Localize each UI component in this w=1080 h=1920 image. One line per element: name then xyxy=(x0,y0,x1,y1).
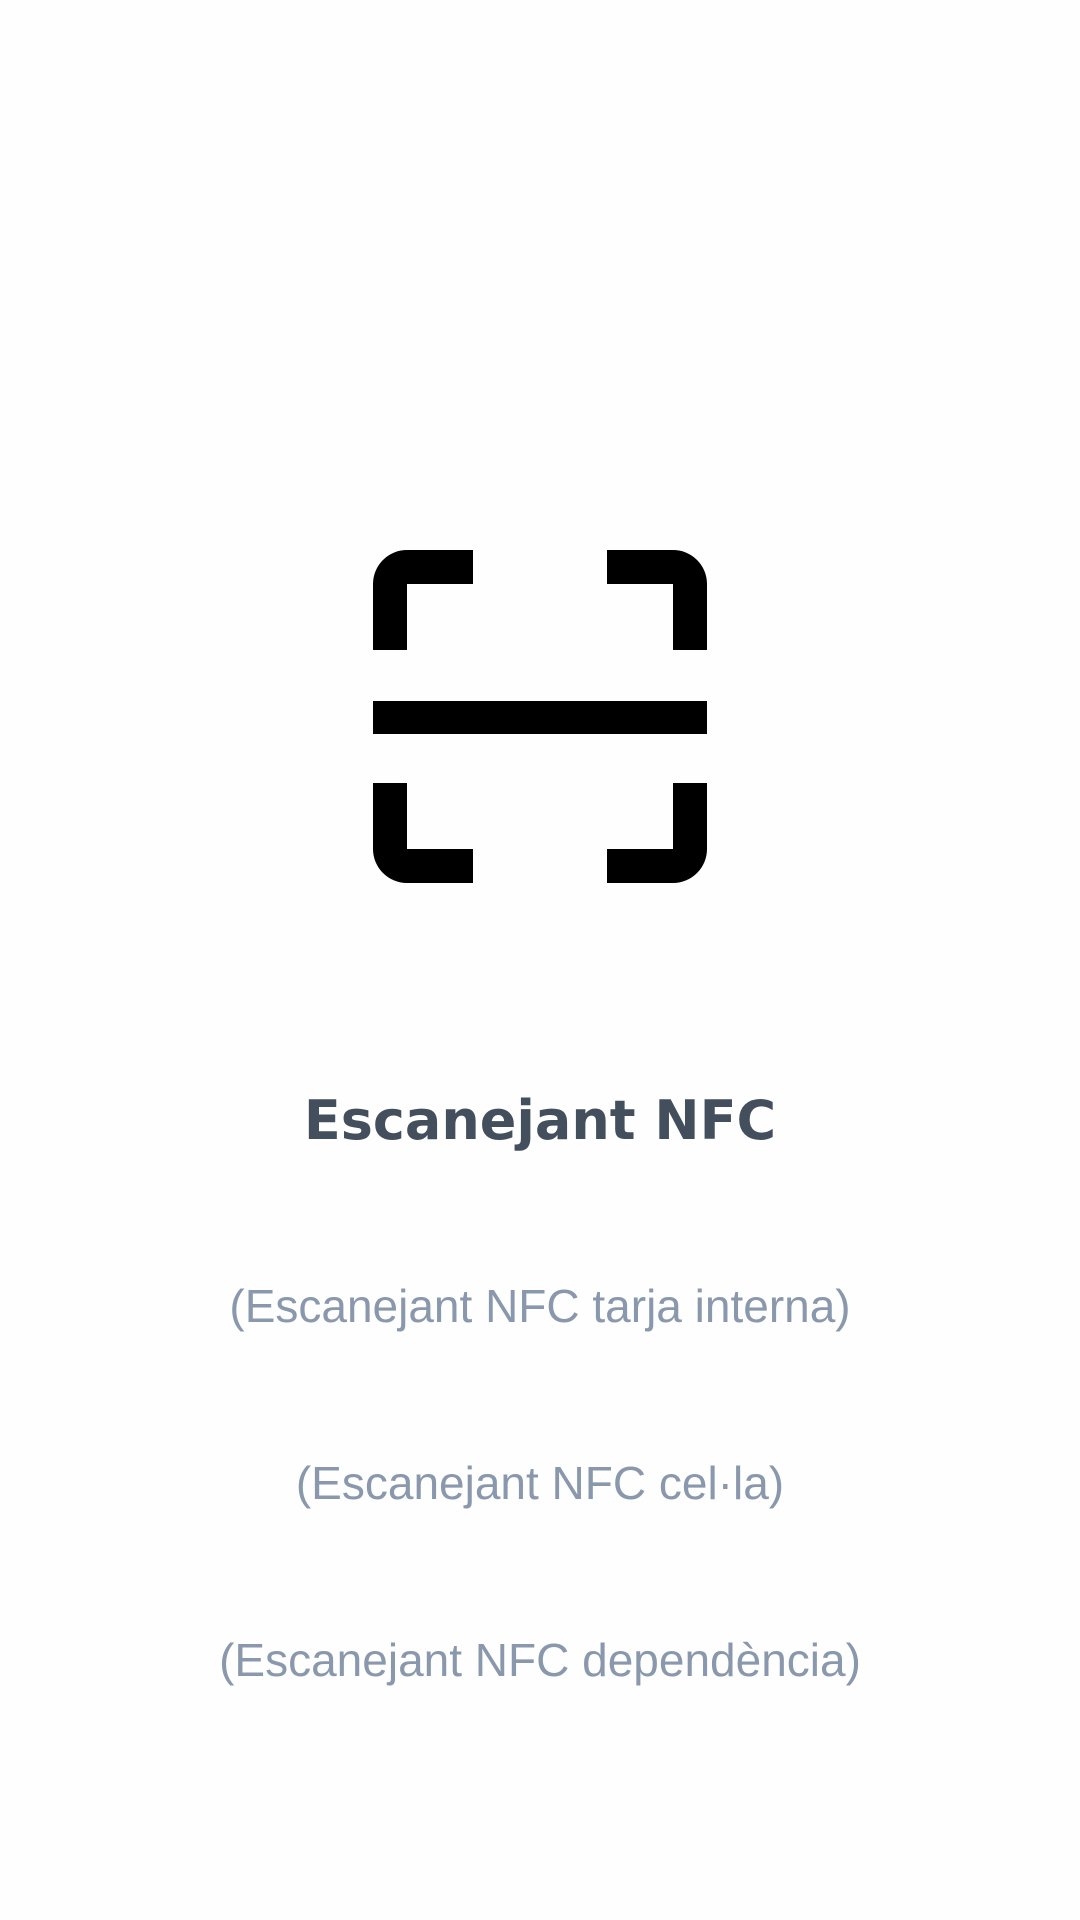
scan-title: Escanejant NFC xyxy=(303,1089,777,1152)
scan-message-cell: (Escanejant NFC cel·la) xyxy=(295,1457,785,1509)
scan-message-internal-card: (Escanejant NFC tarja interna) xyxy=(229,1280,851,1332)
scan-message-room: (Escanejant NFC dependència) xyxy=(219,1634,861,1686)
nfc-scan-screen: Escanejant NFC (Escanejant NFC tarja int… xyxy=(0,0,1080,1920)
scan-frame-icon xyxy=(373,550,707,883)
